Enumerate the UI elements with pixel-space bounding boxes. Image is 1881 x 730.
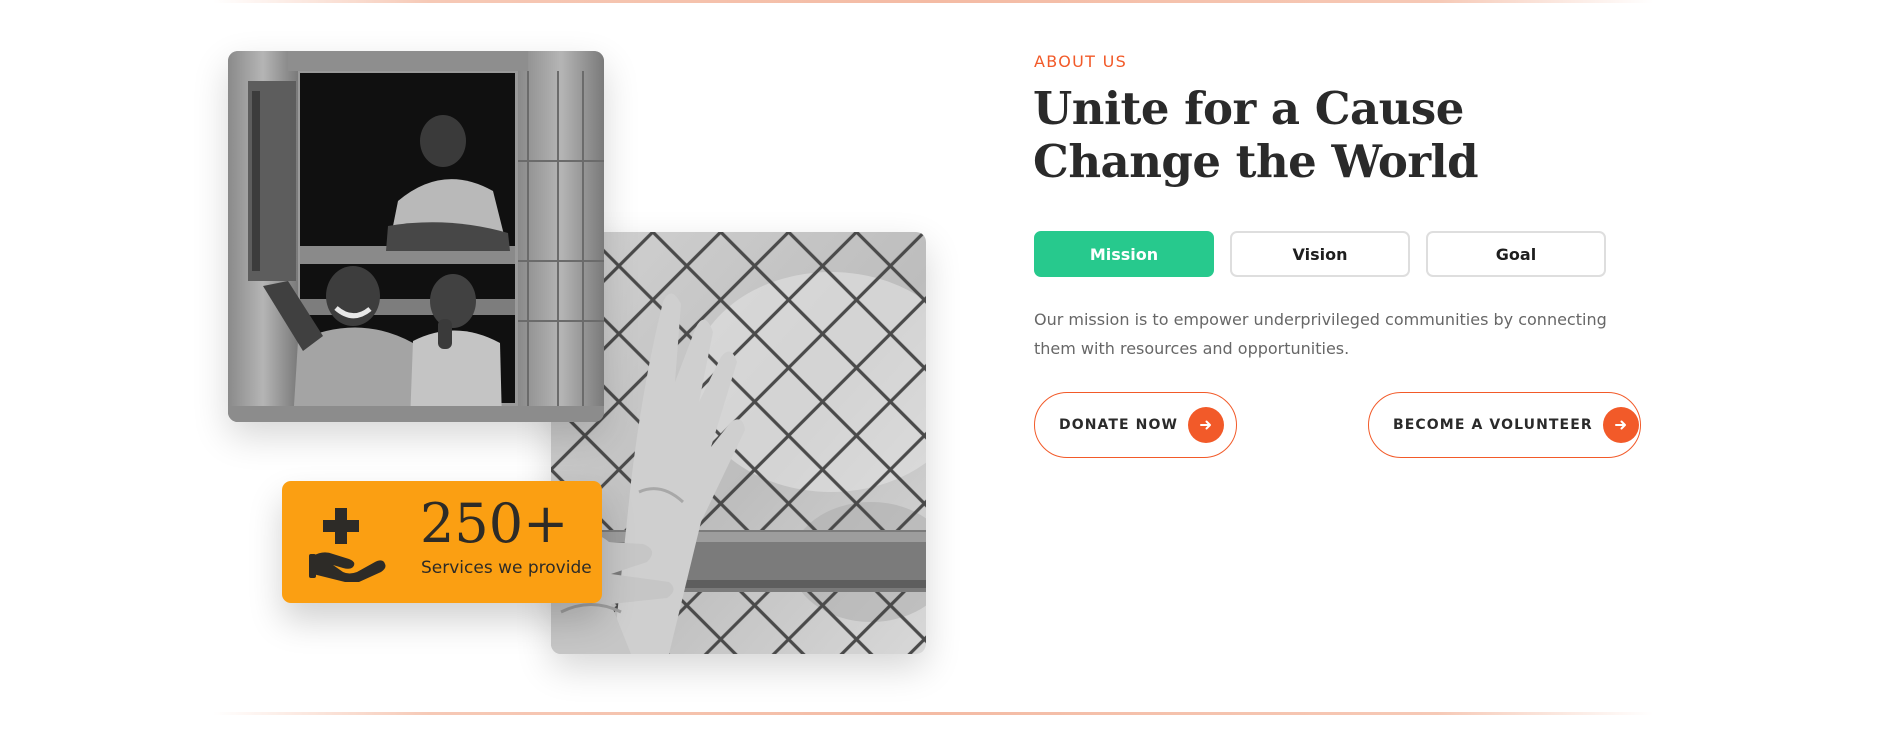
donate-button[interactable]: DONATE NOW bbox=[1034, 392, 1237, 458]
bottom-divider bbox=[213, 712, 1653, 715]
children-at-window-photo bbox=[228, 51, 604, 422]
stat-number: 250+ bbox=[420, 492, 569, 555]
donate-button-label: DONATE NOW bbox=[1059, 417, 1179, 433]
tab-goal[interactable]: Goal bbox=[1426, 231, 1606, 277]
heading-line-2: Change the World bbox=[1033, 135, 1479, 188]
section-heading: Unite for a Cause Change the World bbox=[1033, 82, 1479, 188]
hand-holding-medical-icon bbox=[309, 508, 386, 582]
mission-text: Our mission is to empower underprivilege… bbox=[1034, 310, 1607, 358]
become-volunteer-button[interactable]: BECOME A VOLUNTEER bbox=[1368, 392, 1641, 458]
services-stat-card: 250+ Services we provide bbox=[282, 481, 602, 603]
about-tabs: Mission Vision Goal bbox=[1034, 231, 1606, 277]
hands-on-fence-photo bbox=[551, 232, 926, 654]
section-eyebrow: ABOUT US bbox=[1034, 52, 1128, 71]
tab-mission[interactable]: Mission bbox=[1034, 231, 1214, 277]
tab-vision[interactable]: Vision bbox=[1230, 231, 1410, 277]
arrow-right-icon bbox=[1602, 407, 1639, 443]
stat-label: Services we provide bbox=[421, 558, 592, 578]
arrow-right-icon bbox=[1188, 407, 1225, 443]
volunteer-button-label: BECOME A VOLUNTEER bbox=[1393, 417, 1593, 433]
top-divider bbox=[213, 0, 1653, 3]
heading-line-1: Unite for a Cause bbox=[1033, 82, 1464, 135]
